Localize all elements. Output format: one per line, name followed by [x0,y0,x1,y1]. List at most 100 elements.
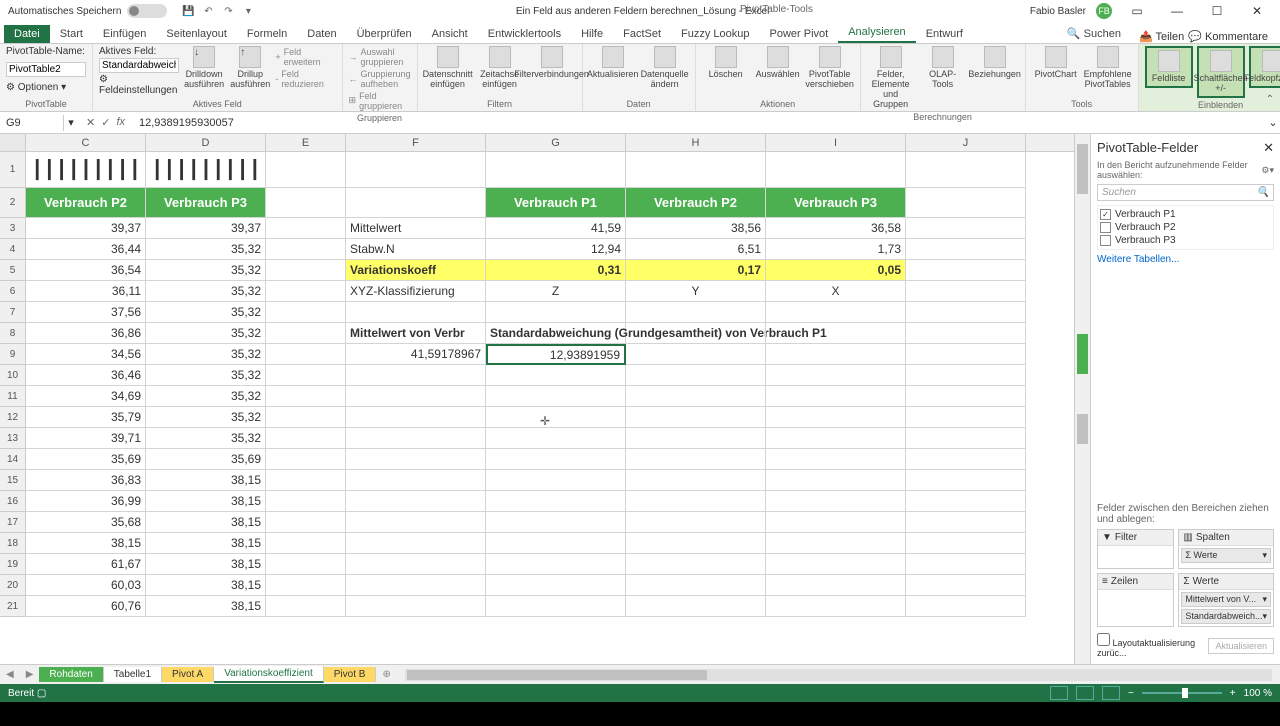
sheet-tab[interactable]: Variationskoeffizient [214,666,324,683]
cell[interactable]: 36,58 [766,218,906,239]
cell[interactable] [906,554,1026,575]
fieldsettings-button[interactable]: ⚙ Feldeinstellungen [99,74,179,96]
share-button[interactable]: 📤 Teilen [1139,30,1184,43]
row-header[interactable]: 1 [0,152,26,188]
field-item[interactable]: Verbrauch P1 [1100,208,1271,221]
cell[interactable] [266,470,346,491]
cell[interactable]: Stabw.N [346,239,486,260]
cell[interactable] [906,386,1026,407]
tab-start[interactable]: Start [50,25,93,43]
cell[interactable] [266,491,346,512]
cell[interactable]: X [766,281,906,302]
cell[interactable] [906,449,1026,470]
cell[interactable] [486,407,626,428]
tab-ansicht[interactable]: Ansicht [422,25,478,43]
sheet-tab[interactable]: Pivot B [324,667,377,682]
col-header[interactable]: F [346,134,486,151]
cell[interactable] [266,554,346,575]
group-selection-button[interactable]: → Auswahl gruppieren [349,46,411,67]
cell[interactable] [346,554,486,575]
cell[interactable] [766,302,906,323]
move-button[interactable]: PivotTable verschieben [806,46,854,90]
cell[interactable]: 36,83 [26,470,146,491]
col-header[interactable]: G [486,134,626,151]
cell[interactable] [626,323,766,344]
cell[interactable] [906,575,1026,596]
view-normal-icon[interactable] [1050,686,1068,700]
cell[interactable] [486,302,626,323]
cell[interactable] [626,575,766,596]
cell[interactable] [346,365,486,386]
row-header[interactable]: 18 [0,533,26,554]
cell[interactable]: Variationskoeff [346,260,486,281]
cell[interactable] [266,596,346,617]
cell[interactable]: 38,15 [146,596,266,617]
calc-fields-button[interactable]: Felder, Elemente und Gruppen [867,46,915,110]
cell[interactable] [346,152,486,188]
cell[interactable]: 38,15 [146,554,266,575]
cell[interactable]: 38,15 [26,533,146,554]
cell[interactable]: 35,69 [26,449,146,470]
cell[interactable]: 60,76 [26,596,146,617]
cell[interactable] [626,302,766,323]
options-button[interactable]: ⚙ Optionen ▾ [6,82,66,93]
tab-hilfe[interactable]: Hilfe [571,25,613,43]
cell[interactable]: 38,15 [146,533,266,554]
select-all-corner[interactable] [0,134,26,151]
cell[interactable]: 34,69 [26,386,146,407]
cell[interactable]: 0,05 [766,260,906,281]
ungroup-button[interactable]: ← Gruppierung aufheben [349,68,411,89]
cell[interactable] [346,407,486,428]
cell[interactable] [266,575,346,596]
cell[interactable] [486,575,626,596]
cell[interactable] [766,575,906,596]
cell[interactable]: 35,32 [146,344,266,365]
cell[interactable]: 35,32 [146,365,266,386]
selected-cell[interactable]: 12,93891959 [486,344,626,365]
cell[interactable]: 36,99 [26,491,146,512]
zoom-level[interactable]: 100 % [1244,688,1272,699]
cell[interactable]: 41,59 [486,218,626,239]
cell[interactable] [906,407,1026,428]
pivotchart-button[interactable]: PivotChart [1032,46,1080,80]
update-button[interactable]: Aktualisieren [1208,638,1274,654]
horizontal-scrollbar[interactable] [405,669,1272,681]
cell[interactable]: Verbrauch P2 [626,188,766,218]
cell[interactable] [626,512,766,533]
undo-icon[interactable]: ↶ [201,4,215,18]
tab-fuzzy[interactable]: Fuzzy Lookup [671,25,759,43]
cell[interactable] [906,491,1026,512]
sheet-nav-prev-icon[interactable]: ◀ [0,669,20,680]
cell[interactable]: 1,73 [766,239,906,260]
cell[interactable] [486,428,626,449]
cell[interactable] [346,596,486,617]
maximize-icon[interactable]: ☐ [1202,4,1232,18]
cell[interactable] [266,323,346,344]
group-field-button[interactable]: ⊞ Feld gruppieren [349,90,411,111]
cell[interactable] [626,386,766,407]
sheet-tab[interactable]: Pivot A [162,667,214,682]
cell[interactable]: Mittelwert von Verbr [346,323,486,344]
cell[interactable]: 36,44 [26,239,146,260]
accept-formula-icon[interactable]: ✓ [101,116,110,129]
cell[interactable] [266,260,346,281]
cell[interactable]: ||||||||| [146,152,266,188]
new-sheet-icon[interactable]: ⊕ [376,669,396,680]
cell[interactable] [766,152,906,188]
cell[interactable] [626,428,766,449]
cell[interactable] [626,491,766,512]
tab-ueberpruefen[interactable]: Überprüfen [347,25,422,43]
more-tables-link[interactable]: Weitere Tabellen... [1097,254,1274,265]
cell[interactable] [766,323,906,344]
cell[interactable] [906,188,1026,218]
row-header[interactable]: 4 [0,239,26,260]
area-item[interactable]: Mittelwert von V...▾ [1181,592,1271,607]
cell[interactable] [266,218,346,239]
drillup-button[interactable]: ↑Drillup ausführen [229,46,271,90]
row-header[interactable]: 7 [0,302,26,323]
tab-datei[interactable]: Datei [4,25,50,43]
row-header[interactable]: 11 [0,386,26,407]
drilldown-button[interactable]: ↓Drilldown ausführen [183,46,225,90]
cell[interactable]: 38,15 [146,512,266,533]
cell[interactable]: Mittelwert [346,218,486,239]
